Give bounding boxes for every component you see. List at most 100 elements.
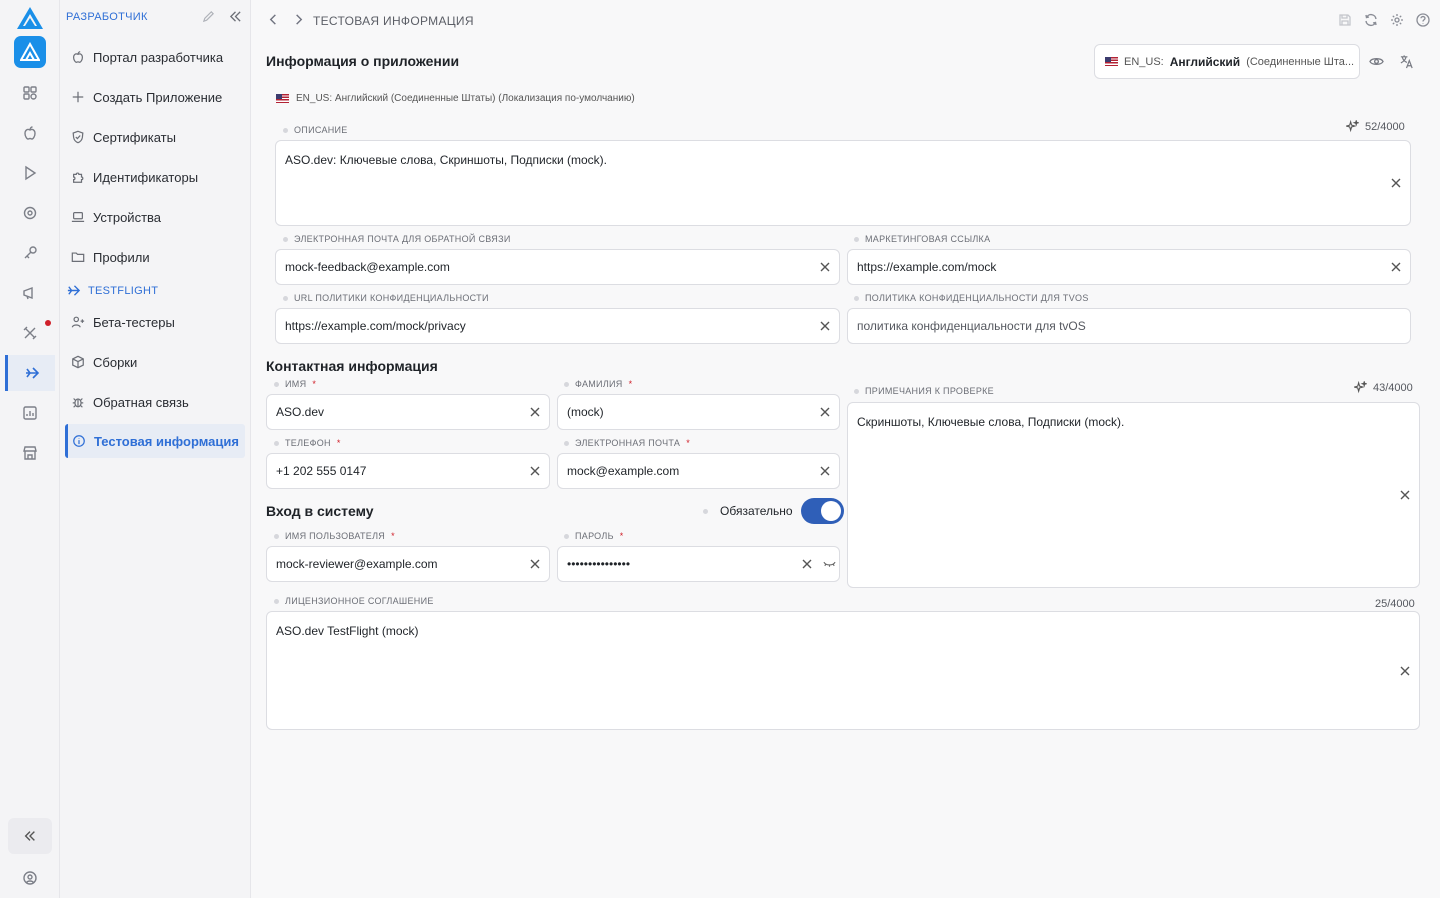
locale-code: EN_US: [1124, 55, 1164, 68]
first-name-field[interactable]: ASO.dev [266, 394, 550, 430]
clear-icon[interactable] [1399, 489, 1411, 501]
collapse-sidebar-icon[interactable] [229, 10, 242, 28]
clear-icon[interactable] [1390, 261, 1402, 273]
license-counter: 25/4000 [1375, 598, 1415, 610]
analytics-icon[interactable] [14, 397, 46, 429]
topbar: ТЕСТОВАЯ ИНФОРМАЦИЯ [251, 0, 1440, 42]
clear-icon[interactable] [529, 406, 541, 418]
phone-label: ТЕЛЕФОН * [274, 438, 341, 448]
sidebar-item-identifiers[interactable]: Идентификаторы [65, 160, 245, 194]
password-label: ПАРОЛЬ * [564, 531, 624, 541]
first-name-label: ИМЯ * [274, 379, 316, 389]
laptop-icon [71, 212, 85, 222]
show-password-icon[interactable] [823, 558, 836, 571]
license-textarea[interactable]: ASO.dev TestFlight (mock) [266, 611, 1420, 730]
sidebar-item-label: Бета-тестеры [93, 314, 175, 330]
bug-icon [72, 398, 84, 408]
sidebar-item-label: Устройства [93, 209, 162, 225]
back-arrow-icon[interactable] [267, 13, 280, 31]
marketing-url-field[interactable]: https://example.com/mock [847, 249, 1411, 285]
username-field[interactable]: mock-reviewer@example.com [266, 546, 550, 582]
sidebar-item-label: Профили [93, 249, 150, 265]
review-notes-textarea[interactable]: Скриншоты, Ключевые слова, Подписки (moc… [847, 402, 1420, 588]
play-icon[interactable] [14, 157, 46, 189]
edit-icon[interactable] [202, 10, 215, 28]
sidebar-item-create-app[interactable]: Создать Приложение [65, 80, 245, 114]
clear-icon[interactable] [801, 558, 813, 570]
password-field[interactable]: ••••••••••••••• [557, 546, 840, 582]
clear-icon[interactable] [1390, 177, 1402, 189]
sidebar: РАЗРАБОТЧИК Портал разработчика Создать … [60, 0, 251, 898]
license-label: ЛИЦЕНЗИОННОЕ СОГЛАШЕНИЕ [274, 596, 434, 606]
puzzle-icon [73, 172, 84, 183]
description-counter: 52/4000 [1346, 120, 1405, 133]
feedback-email-field[interactable]: mock-feedback@example.com [275, 249, 840, 285]
sidebar-item-beta-testers[interactable]: Бета-тестеры [65, 305, 245, 339]
icon-rail [0, 0, 60, 898]
translate-icon[interactable] [1399, 54, 1414, 74]
gear-icon[interactable] [1390, 13, 1404, 32]
tools-icon[interactable] [14, 317, 46, 349]
preview-eye-icon[interactable] [1369, 54, 1384, 74]
tvos-privacy-label: ПОЛИТИКА КОНФИДЕНЦИАЛЬНОСТИ ДЛЯ TVOS [854, 293, 1089, 303]
sidebar-item-certificates[interactable]: Сертификаты [65, 120, 245, 154]
sidebar-header: РАЗРАБОТЧИК [66, 11, 148, 23]
refresh-icon[interactable] [1364, 13, 1378, 32]
sidebar-item-profiles[interactable]: Профили [65, 240, 245, 274]
notification-dot [45, 320, 51, 326]
forward-arrow-icon[interactable] [292, 13, 305, 31]
apple-icon[interactable] [14, 117, 46, 149]
sparkles-icon[interactable] [1346, 120, 1359, 133]
clear-icon[interactable] [529, 465, 541, 477]
description-textarea[interactable]: ASO.dev: Ключевые слова, Скриншоты, Подп… [275, 140, 1411, 226]
default-locale-note: EN_US: Английский (Соединенные Штаты) (Л… [276, 93, 635, 104]
asodev-logo-icon[interactable] [16, 6, 44, 30]
sidebar-item-label: Портал разработчика [93, 49, 224, 65]
shield-icon [72, 130, 84, 144]
sidebar-item-label: Тестовая информация [94, 433, 239, 449]
required-toggle-group: Обязательно [703, 498, 844, 524]
last-name-field[interactable]: (mock) [557, 394, 840, 430]
username-label: ИМЯ ПОЛЬЗОВАТЕЛЯ * [274, 531, 395, 541]
cube-icon [72, 355, 84, 369]
clear-icon[interactable] [819, 465, 831, 477]
sparkles-icon[interactable] [1354, 381, 1367, 394]
feedback-email-label: ЭЛЕКТРОННАЯ ПОЧТА ДЛЯ ОБРАТНОЙ СВЯЗИ [283, 234, 511, 244]
sidebar-item-devices[interactable]: Устройства [65, 200, 245, 234]
eye-target-icon[interactable] [14, 197, 46, 229]
double-chevron-left-icon [24, 831, 35, 841]
testflight-icon[interactable] [5, 355, 55, 391]
sidebar-item-test-information[interactable]: Тестовая информация [65, 424, 245, 458]
help-icon[interactable] [1416, 13, 1430, 32]
sidebar-item-feedback[interactable]: Обратная связь [65, 385, 245, 419]
apps-grid-icon[interactable] [14, 77, 46, 109]
clear-icon[interactable] [1399, 665, 1411, 677]
tvos-privacy-field[interactable]: политика конфиденциальности для tvOS [847, 308, 1411, 344]
plus-icon [72, 91, 84, 103]
clear-icon[interactable] [819, 320, 831, 332]
app-icon[interactable] [14, 36, 46, 68]
store-icon[interactable] [14, 437, 46, 469]
sidebar-item-developer-portal[interactable]: Портал разработчика [65, 40, 245, 74]
save-icon[interactable] [1338, 13, 1352, 32]
contact-email-field[interactable]: mock@example.com [557, 453, 840, 489]
required-toggle-label: Обязательно [720, 504, 793, 518]
megaphone-icon[interactable] [14, 277, 46, 309]
required-toggle[interactable] [800, 498, 844, 524]
sidebar-item-builds[interactable]: Сборки [65, 345, 245, 379]
collapse-rail-button[interactable] [8, 818, 52, 854]
marketing-url-label: МАРКЕТИНГОВАЯ ССЫЛКА [854, 234, 990, 244]
privacy-url-field[interactable]: https://example.com/mock/privacy [275, 308, 840, 344]
key-icon[interactable] [14, 237, 46, 269]
phone-field[interactable]: +1 202 555 0147 [266, 453, 550, 489]
clear-icon[interactable] [819, 261, 831, 273]
privacy-url-label: URL ПОЛИТИКИ КОНФИДЕНЦИАЛЬНОСТИ [283, 293, 489, 303]
clear-icon[interactable] [819, 406, 831, 418]
contact-info-title: Контактная информация [266, 358, 438, 374]
clear-icon[interactable] [529, 558, 541, 570]
locale-select[interactable]: EN_US: Английский (Соединенные Шта... [1094, 44, 1360, 79]
sidebar-item-label: Сертификаты [93, 129, 176, 145]
apple-icon [73, 51, 83, 63]
sidebar-item-label: Обратная связь [93, 394, 189, 410]
account-icon[interactable] [14, 862, 46, 894]
